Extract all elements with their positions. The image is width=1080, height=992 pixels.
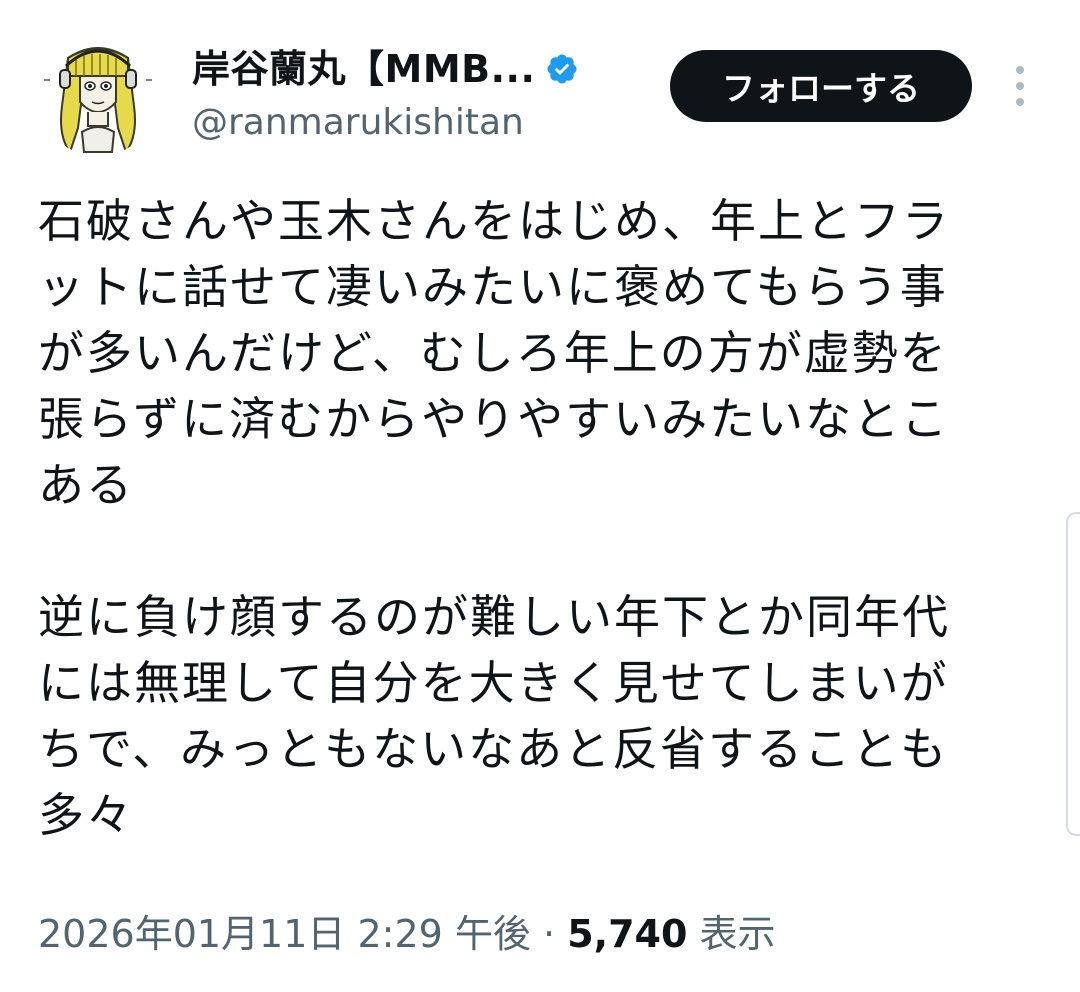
follow-button[interactable]: フォローする: [670, 50, 972, 122]
scroll-handle[interactable]: [1066, 512, 1080, 836]
tweet-text: 石破さんや玉木さんをはじめ、年上とフラ ットに話せて凄いみたいに褒めてもらう事 …: [38, 188, 1028, 848]
author-avatar[interactable]: [38, 36, 158, 156]
illustrated-avatar-icon: [38, 36, 158, 156]
tweet-line: 張らずに済むからやりやすいみたいなとこ: [38, 392, 950, 446]
tweet-line: には無理して自分を大きく見せてしまいが: [38, 656, 949, 710]
author-handle[interactable]: @ranmarukishitan: [192, 98, 652, 148]
verified-badge-icon: [547, 54, 577, 84]
tweet-paragraph: 逆に負け顔するのが難しい年下とか同年代 には無理して自分を大きく見せてしまいが …: [38, 584, 1028, 848]
author-info[interactable]: 岸谷蘭丸【MMB... @ranmarukishitan: [192, 44, 652, 148]
tweet-line: ちで、みっともないなあと反省することも: [38, 722, 949, 776]
tweet-card: 岸谷蘭丸【MMB... @ranmarukishitan フォローする 石破さん…: [0, 0, 1080, 992]
tweet-line: ットに話せて凄いみたいに褒めてもらう事: [38, 260, 948, 314]
tweet-paragraph: 石破さんや玉木さんをはじめ、年上とフラ ットに話せて凄いみたいに褒めてもらう事 …: [38, 188, 1028, 518]
tweet-line: 多々: [38, 788, 134, 842]
more-dot: [1016, 82, 1024, 90]
author-display-name[interactable]: 岸谷蘭丸【MMB...: [192, 44, 535, 94]
more-dot: [1016, 98, 1024, 106]
more-vertical-icon[interactable]: [1000, 62, 1040, 110]
tweet-line: 逆に負け顔するのが難しい年下とか同年代: [38, 590, 950, 644]
author-name-row: 岸谷蘭丸【MMB...: [192, 44, 652, 94]
views-count[interactable]: 5,740: [567, 912, 687, 956]
tweet-timestamp[interactable]: 2026年01月11日 2:29 午後: [38, 912, 531, 956]
tweet-line: が多いんだけど、むしろ年上の方が虚勢を: [38, 326, 948, 380]
tweet-line: 石破さんや玉木さんをはじめ、年上とフラ: [38, 194, 950, 248]
tweet-line: ある: [38, 458, 134, 512]
tweet-meta: 2026年01月11日 2:29 午後 · 5,740 表示: [38, 904, 776, 964]
more-dot: [1016, 66, 1024, 74]
views-label: 表示: [699, 912, 776, 956]
meta-separator: ·: [543, 912, 556, 956]
